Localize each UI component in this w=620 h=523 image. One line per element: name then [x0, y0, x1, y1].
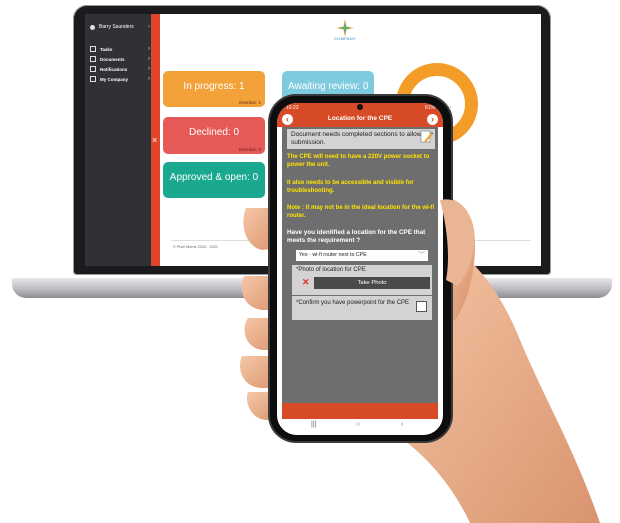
notice-text: Document needs completed sections to all… — [291, 131, 422, 146]
submission-notice: Document needs completed sections to all… — [287, 129, 435, 149]
confirm-section: *Confirm you have powerpoint for the CPE — [292, 296, 432, 320]
take-photo-button[interactable]: Take Photo — [314, 277, 430, 289]
remove-photo-icon[interactable]: ✕ — [302, 277, 310, 288]
photo-label: *Photo of location for CPE — [296, 267, 366, 273]
edit-document-icon[interactable] — [420, 130, 433, 143]
chevron-down-icon: ﹀ — [418, 252, 425, 259]
home-icon[interactable]: ○ — [356, 421, 360, 428]
app-titlebar: ‹ Location for the CPE › — [277, 112, 443, 127]
confirm-checkbox[interactable] — [416, 301, 427, 312]
requirement-note: Note : It may not be in the ideal locati… — [287, 205, 435, 219]
location-question: Have you identified a location for the C… — [287, 229, 426, 244]
status-bar: 10:23 61% — [277, 103, 443, 112]
location-select[interactable]: Yes - wi-fi router next to CPE ﹀ — [296, 250, 428, 261]
phone-screen: 10:23 61% ‹ Location for the CPE › Docum… — [277, 103, 443, 435]
select-value: Yes - wi-fi router next to CPE — [299, 252, 367, 258]
photo-section: *Photo of location for CPE ✕ Take Photo — [292, 265, 432, 295]
battery-level: 61% — [424, 105, 435, 111]
back-nav-icon[interactable]: ‹ — [401, 421, 403, 428]
android-nav-bar: ||| ○ ‹ — [277, 419, 443, 435]
recent-apps-icon[interactable]: ||| — [311, 421, 316, 428]
next-icon[interactable]: › — [427, 114, 438, 125]
page-title: Location for the CPE — [327, 115, 393, 122]
camera-icon — [357, 104, 363, 110]
status-time: 10:23 — [286, 105, 299, 111]
requirement-access: It also needs to be accessible and visib… — [287, 180, 414, 194]
bottom-action-bar[interactable] — [282, 403, 438, 419]
confirm-label: *Confirm you have powerpoint for the CPE — [296, 300, 410, 306]
requirement-power: The CPE will need to have a 220V power s… — [287, 154, 430, 168]
cpe-form: Document needs completed sections to all… — [282, 127, 438, 429]
